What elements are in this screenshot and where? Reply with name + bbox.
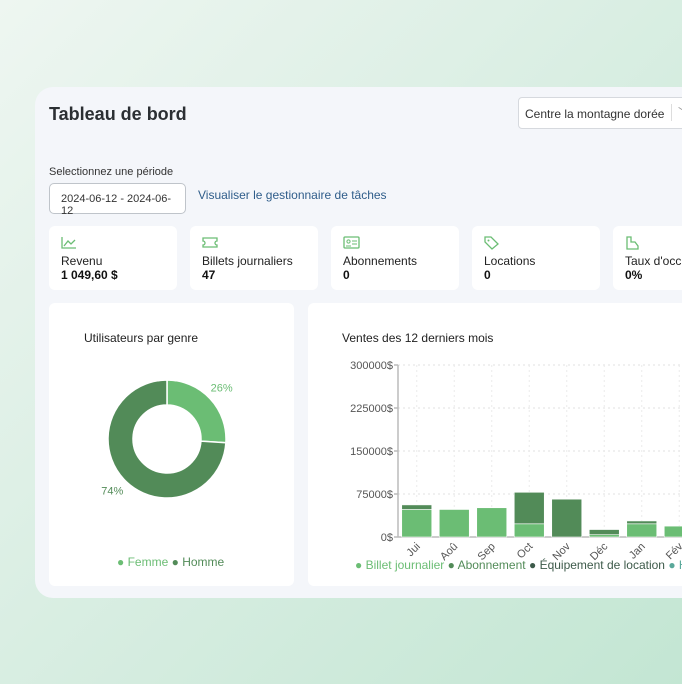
page-title: Tableau de bord — [49, 104, 187, 124]
sales-chart-card: Ventes des 12 derniers mois 0$ 75000$ 1500… — [308, 303, 682, 586]
period-label: Selectionnez une période — [49, 166, 174, 178]
bar-Jan[interactable] — [626, 523, 658, 538]
kpi-revenu: Revenu 1 049,60 $ — [49, 226, 177, 290]
ticket-icon — [202, 236, 306, 250]
location-select-value: Centre la montagne dorée — [525, 107, 665, 121]
date-range-input[interactable]: 2024-06-12 - 2024-06-12 — [49, 183, 186, 217]
location-select[interactable]: Centre la montagne dorée ﹀ — [518, 97, 682, 129]
kpi-billets: Billets journaliers 47 — [190, 226, 318, 290]
kpi-value: 0 — [484, 268, 491, 282]
kpi-abonnements: Abonnements 0 — [331, 226, 459, 290]
y-tick-label: 300000$ — [350, 360, 393, 372]
legend-homme[interactable]: ● Homme — [172, 555, 225, 569]
pie-data-label: 74% — [101, 485, 123, 497]
gender-donut-chart: 26% 74% — [101, 379, 233, 499]
kpi-label: Abonnements — [343, 254, 418, 268]
legend-femme[interactable]: ● Femme — [117, 555, 168, 569]
legend-h[interactable]: ● H — [668, 558, 682, 572]
kpi-value: 1 049,60 $ — [61, 268, 118, 282]
legend-billet[interactable]: ● Billet journalier — [355, 558, 444, 572]
chart-line-icon — [61, 236, 165, 250]
bar-Nov[interactable] — [551, 498, 583, 538]
bar-Déc[interactable] — [588, 529, 620, 536]
y-tick-label: 0$ — [381, 532, 393, 544]
y-tick-label: 150000$ — [350, 446, 393, 458]
dashboard-window: Tableau de bord Centre la montagne dorée… — [35, 87, 682, 598]
kpi-occupation: Taux d'occu 0% — [613, 226, 682, 290]
bar-Jan[interactable] — [626, 520, 658, 525]
kpi-value: 0 — [343, 268, 350, 282]
bar-Oct[interactable] — [513, 523, 545, 538]
y-tick-label: 75000$ — [356, 489, 393, 501]
id-card-icon — [343, 236, 447, 250]
kpi-value: 0% — [625, 268, 643, 282]
pie-data-label: 26% — [211, 383, 233, 395]
bar-Oct[interactable] — [513, 491, 545, 525]
y-tick-label: 225000$ — [350, 403, 393, 415]
chevron-down-icon: ﹀ — [671, 104, 682, 121]
kpi-locations: Locations 0 — [472, 226, 600, 290]
pie-legend: ● Femme ● Homme — [117, 555, 224, 569]
tag-icon — [484, 236, 588, 250]
bar-legend: ● Billet journalier ● Abonnement ● Équip… — [355, 558, 682, 572]
bar-Fév[interactable] — [663, 525, 682, 538]
kpi-label: Billets journaliers — [202, 254, 293, 268]
sales-bar-chart: 0$75000$150000$225000$300000$Jui Aoû Sep Oc… — [350, 360, 682, 563]
gender-chart-card: Utilisateurs par genre 26% 74% ● Femme ● … — [49, 303, 294, 586]
kpi-label: Revenu — [61, 254, 103, 268]
legend-abonnement[interactable]: ● Abonnement — [448, 558, 526, 572]
bar-Aoû[interactable] — [438, 509, 470, 538]
kpi-label: Taux d'occu — [625, 254, 682, 268]
bar-Jui[interactable] — [401, 504, 433, 510]
task-manager-link[interactable]: Visualiser le gestionnaire de tâches — [198, 188, 387, 202]
x-tick-label: Jui — [404, 541, 422, 559]
kpi-label: Locations — [484, 254, 536, 268]
building-icon — [625, 236, 682, 250]
background: Tableau de bord Centre la montagne dorée… — [0, 0, 682, 684]
bar-Jui[interactable] — [401, 509, 433, 538]
bar-Déc[interactable] — [588, 534, 620, 538]
bar-Sep[interactable] — [476, 507, 508, 538]
legend-equipement[interactable]: ● Équipement de location — [529, 558, 665, 572]
kpi-value: 47 — [202, 268, 216, 282]
